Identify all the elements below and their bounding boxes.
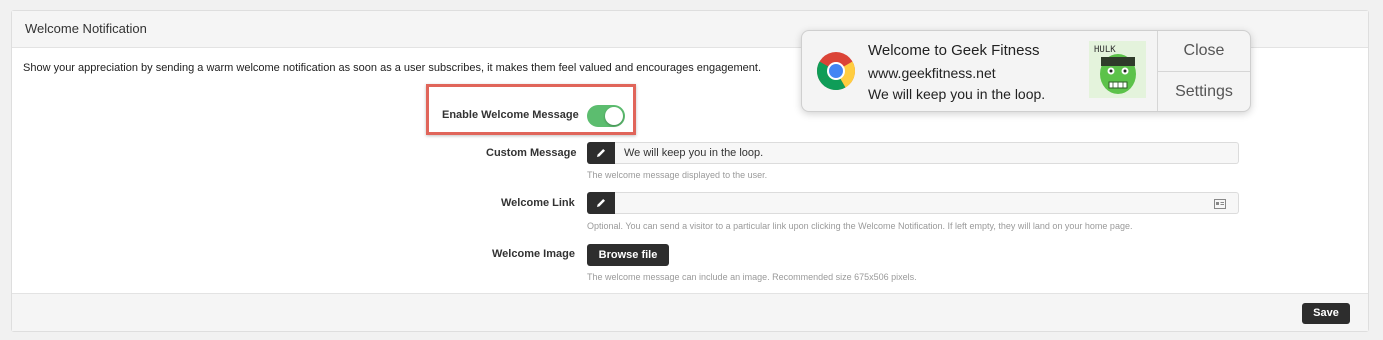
notification-actions: Close Settings [1157, 31, 1250, 111]
welcome-link-label: Welcome Link [501, 197, 575, 209]
custom-message-label: Custom Message [486, 147, 577, 159]
notification-close-button[interactable]: Close [1158, 31, 1250, 72]
toggle-knob [605, 107, 623, 125]
panel-title: Welcome Notification [25, 21, 147, 36]
pencil-icon [597, 199, 605, 207]
welcome-link-edit-button[interactable] [587, 192, 615, 214]
panel-footer: Save [12, 293, 1368, 331]
pencil-icon [597, 149, 605, 157]
enable-welcome-toggle[interactable] [587, 105, 625, 127]
enable-welcome-label: Enable Welcome Message [442, 109, 579, 121]
welcome-link-input[interactable] [615, 192, 1239, 214]
notification-site: www.geekfitness.net [868, 65, 996, 81]
welcome-image-help: The welcome message can include an image… [587, 272, 917, 282]
welcome-link-help: Optional. You can send a visitor to a pa… [587, 221, 1133, 231]
chrome-icon [816, 52, 856, 91]
custom-message-edit-button[interactable] [587, 142, 615, 164]
hulk-image: HULK [1089, 41, 1146, 98]
browse-file-button[interactable]: Browse file [587, 244, 669, 266]
intro-text: Show your appreciation by sending a warm… [23, 62, 762, 74]
notification-preview: Welcome to Geek Fitness www.geekfitness.… [801, 30, 1251, 112]
hulk-image-text: HULK [1094, 45, 1116, 55]
welcome-image-label: Welcome Image [492, 248, 575, 260]
notification-title: Welcome to Geek Fitness [868, 42, 1040, 59]
notification-image: HULK [1089, 41, 1146, 98]
custom-message-help: The welcome message displayed to the use… [587, 170, 768, 180]
custom-message-value: We will keep you in the loop. [624, 147, 764, 159]
custom-message-input[interactable]: We will keep you in the loop. [615, 142, 1239, 164]
notification-message: We will keep you in the loop. [868, 86, 1046, 102]
address-card-icon [1214, 199, 1226, 209]
notification-settings-button[interactable]: Settings [1158, 72, 1250, 111]
save-button[interactable]: Save [1302, 303, 1350, 324]
